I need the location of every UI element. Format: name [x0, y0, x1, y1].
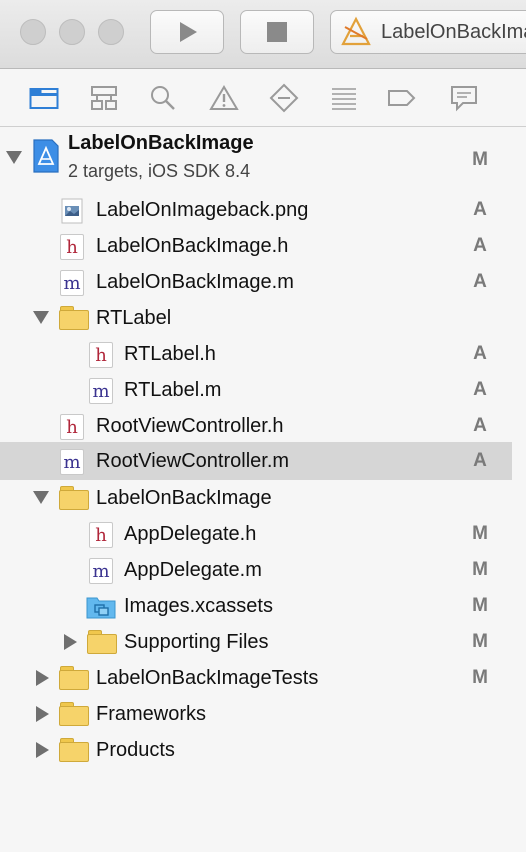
file-row[interactable]: LabelOnImageback.png A [0, 192, 512, 228]
asset-catalog-icon [86, 597, 116, 619]
chat-icon [451, 86, 477, 112]
debug-navigator-tab[interactable] [328, 83, 360, 113]
group-name: Frameworks [96, 703, 207, 725]
scm-status-badge: A [473, 450, 487, 471]
disclosure-triangle-open-icon[interactable] [6, 151, 22, 164]
group-name: LabelOnBackImage [96, 487, 272, 509]
scm-status-badge: A [473, 235, 487, 256]
close-window-button[interactable] [20, 19, 46, 45]
implementation-file-icon: m [60, 449, 84, 475]
group-row[interactable]: Products [0, 732, 512, 768]
tag-icon [388, 90, 416, 106]
find-navigator-tab[interactable] [147, 83, 179, 113]
warning-icon [209, 85, 239, 110]
scm-status-badge: M [472, 631, 488, 652]
scm-status-badge: M [472, 149, 488, 170]
group-name: Supporting Files [124, 631, 269, 653]
disclosure-triangle-closed-icon[interactable] [36, 670, 49, 686]
file-name: Images.xcassets [124, 595, 273, 617]
list-icon [332, 88, 356, 110]
header-file-icon: h [89, 342, 113, 368]
file-row[interactable]: Images.xcassets M [0, 588, 512, 624]
app-target-icon [341, 16, 371, 46]
scheme-selector[interactable]: LabelOnBackImage [330, 10, 526, 54]
scm-status-badge: M [472, 595, 488, 616]
disclosure-triangle-open-icon[interactable] [33, 491, 49, 504]
stop-button[interactable] [240, 10, 314, 54]
file-name: RTLabel.h [124, 343, 216, 365]
run-button[interactable] [150, 10, 224, 54]
disclosure-triangle-open-icon[interactable] [33, 311, 49, 324]
scm-status-badge: M [472, 559, 488, 580]
file-row[interactable]: h AppDelegate.h M [0, 516, 512, 552]
scm-status-badge: A [473, 199, 487, 220]
file-row[interactable]: m AppDelegate.m M [0, 552, 512, 588]
header-file-icon: h [60, 234, 84, 260]
file-row[interactable]: h RTLabel.h A [0, 336, 512, 372]
navigator-selector-bar [0, 69, 526, 127]
implementation-file-icon: m [89, 558, 113, 584]
xcode-project-icon [33, 139, 59, 173]
issue-navigator-tab[interactable] [208, 83, 240, 113]
minimize-window-button[interactable] [59, 19, 85, 45]
test-navigator-tab[interactable] [268, 83, 300, 113]
zoom-window-button[interactable] [98, 19, 124, 45]
search-icon [151, 86, 175, 110]
report-navigator-tab[interactable] [448, 83, 480, 113]
project-navigator-tab[interactable] [28, 83, 60, 113]
file-name: AppDelegate.h [124, 523, 257, 545]
disclosure-triangle-closed-icon[interactable] [36, 706, 49, 722]
scm-status-badge: M [472, 667, 488, 688]
file-row-selected[interactable]: m RootViewController.m A [0, 442, 512, 480]
group-name: LabelOnBackImageTests [96, 667, 319, 689]
file-name: RootViewController.h [96, 415, 284, 437]
hierarchy-icon [91, 86, 117, 110]
scheme-label: LabelOnBackImage [381, 20, 526, 43]
diamond-icon [269, 83, 299, 113]
group-row[interactable]: Supporting Files M [0, 624, 512, 660]
project-name: LabelOnBackImage [68, 132, 254, 154]
header-file-icon: h [89, 522, 113, 548]
implementation-file-icon: m [89, 378, 113, 404]
scm-status-badge: M [472, 523, 488, 544]
breakpoint-navigator-tab[interactable] [386, 83, 418, 113]
scm-status-badge: A [473, 343, 487, 364]
project-row[interactable]: LabelOnBackImage 2 targets, iOS SDK 8.4 … [0, 128, 512, 184]
file-row[interactable]: m RTLabel.m A [0, 372, 512, 408]
disclosure-triangle-closed-icon[interactable] [64, 634, 77, 650]
group-row[interactable]: LabelOnBackImageTests M [0, 660, 512, 696]
group-row[interactable]: RTLabel [0, 300, 512, 336]
play-icon [180, 22, 197, 42]
file-name: AppDelegate.m [124, 559, 262, 581]
file-name: RTLabel.m [124, 379, 222, 401]
group-name: Products [96, 739, 175, 761]
header-file-icon: h [60, 414, 84, 440]
scm-status-badge: A [473, 415, 487, 436]
disclosure-triangle-closed-icon[interactable] [36, 742, 49, 758]
file-name: LabelOnImageback.png [96, 199, 309, 221]
file-row[interactable]: m LabelOnBackImage.m A [0, 264, 512, 300]
group-row[interactable]: LabelOnBackImage [0, 480, 512, 516]
implementation-file-icon: m [60, 270, 84, 296]
png-image-icon [61, 198, 83, 224]
symbol-navigator-tab[interactable] [88, 83, 120, 113]
toolbar: LabelOnBackImage [0, 0, 526, 69]
file-name: RootViewController.m [96, 450, 290, 472]
file-name: LabelOnBackImage.m [96, 271, 294, 293]
file-row[interactable]: h LabelOnBackImage.h A [0, 228, 512, 264]
file-name: LabelOnBackImage.h [96, 235, 289, 257]
group-name: RTLabel [96, 307, 172, 329]
scm-status-badge: A [473, 271, 487, 292]
group-row[interactable]: Frameworks [0, 696, 512, 732]
stop-icon [267, 22, 287, 42]
project-subtitle: 2 targets, iOS SDK 8.4 [68, 161, 251, 181]
folder-icon [29, 88, 59, 109]
scm-status-badge: A [473, 379, 487, 400]
file-row[interactable]: h RootViewController.h A [0, 408, 512, 444]
